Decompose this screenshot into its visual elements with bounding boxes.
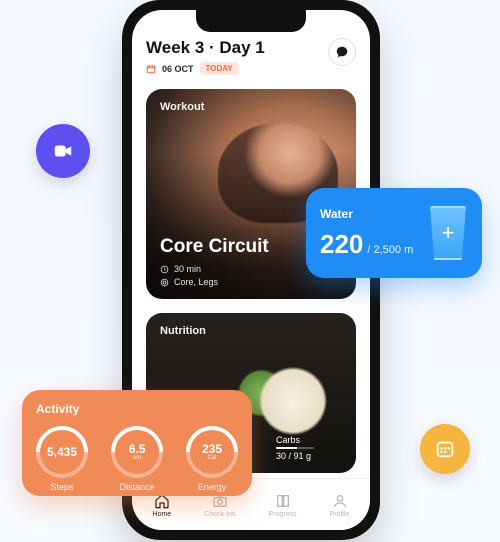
tab-profile[interactable]: Profile (330, 493, 350, 518)
water-title: Water (320, 207, 413, 221)
distance-label: Distance (119, 482, 154, 492)
target-icon (160, 278, 169, 287)
tab-home-label: Home (153, 511, 172, 518)
workout-duration: 30 min (174, 264, 201, 274)
calendar-icon (146, 64, 156, 74)
water-total: / 2,500 m (367, 244, 413, 256)
workout-section-label: Workout (160, 101, 342, 113)
today-chip: TODAY (200, 62, 239, 75)
carbs-bar (276, 447, 314, 449)
energy-ring: 235 Cal (175, 415, 249, 489)
water-glass-icon[interactable]: + (428, 206, 468, 260)
streak-badge (420, 424, 470, 474)
chat-icon (335, 45, 349, 59)
tab-progress-label: Progress (269, 511, 297, 518)
activity-title: Activity (36, 402, 238, 416)
steps-label: Steps (50, 482, 73, 492)
water-card[interactable]: Water 220 / 2,500 m + (306, 188, 482, 278)
notch (196, 10, 306, 32)
nutrition-section-label: Nutrition (160, 325, 342, 337)
tab-progress[interactable]: Progress (269, 493, 297, 518)
chat-button[interactable] (328, 38, 356, 66)
workout-focus: Core, Legs (174, 277, 218, 287)
carbs-value: 30 / 91 g (276, 451, 314, 461)
tab-profile-label: Profile (330, 511, 350, 518)
steps-value: 5,435 (47, 446, 77, 458)
steps-ring: 5,435 (25, 415, 99, 489)
date-label: 06 OCT (162, 64, 194, 74)
tab-checkins[interactable]: Check Ins (204, 493, 235, 518)
tab-home[interactable]: Home (153, 493, 172, 518)
distance-unit: km (129, 455, 146, 461)
distance-value: 6.5 (129, 443, 146, 455)
tab-checkins-label: Check Ins (204, 511, 235, 518)
user-icon (332, 493, 348, 509)
energy-unit: Cal (202, 455, 222, 461)
energy-value: 235 (202, 443, 222, 455)
video-badge (36, 124, 90, 178)
activity-card[interactable]: Activity 5,435 Steps 6.5 km Distance 235 (22, 390, 252, 496)
carbs-label: Carbs (276, 435, 314, 445)
page-title: Week 3 · Day 1 (146, 38, 265, 58)
distance-ring: 6.5 km (100, 415, 174, 489)
calendar-grid-icon (434, 438, 456, 460)
water-value: 220 (320, 229, 363, 260)
video-icon (52, 140, 74, 162)
book-icon (275, 493, 291, 509)
header: Week 3 · Day 1 06 OCT TODAY (146, 38, 356, 75)
clock-icon (160, 265, 169, 274)
energy-label: Energy (198, 482, 227, 492)
